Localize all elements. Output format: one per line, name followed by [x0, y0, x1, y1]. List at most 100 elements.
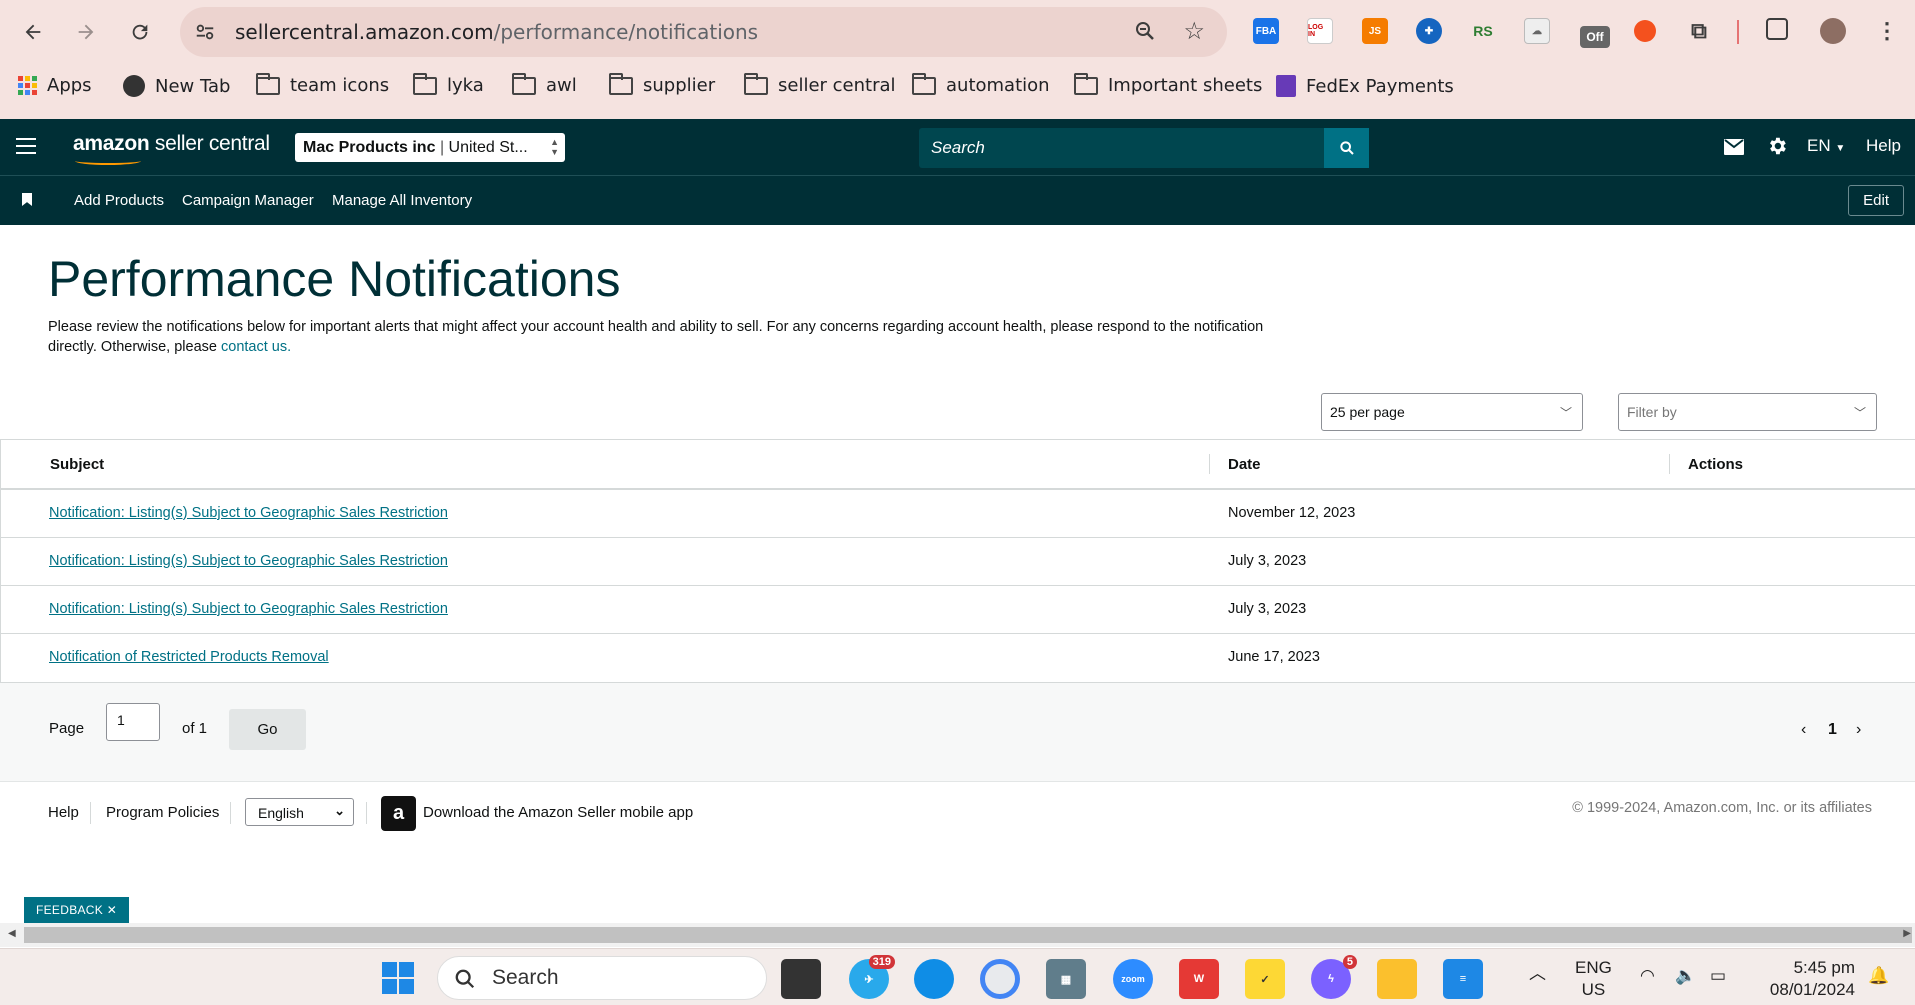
next-page-icon[interactable]: › [1856, 721, 1861, 739]
notepad-icon[interactable]: ≡ [1443, 959, 1483, 999]
scroll-thumb[interactable] [24, 927, 1912, 943]
help-link[interactable]: Help [1866, 136, 1901, 156]
search-input[interactable]: Search [919, 128, 1324, 168]
volume-icon[interactable]: 🔈 [1675, 965, 1696, 987]
taskbar-search-input[interactable]: Search [437, 956, 767, 1000]
bookmark-label: team icons [290, 75, 390, 96]
bookmark-fedex-payments[interactable]: FedEx Payments [1276, 75, 1454, 97]
side-panel-icon[interactable] [1766, 18, 1788, 40]
feedback-tab[interactable]: FEEDBACK ✕ [24, 897, 130, 924]
subnav-manage-all-inventory[interactable]: Manage All Inventory [332, 192, 472, 209]
edge-icon[interactable] [914, 959, 954, 999]
calculator-icon[interactable]: ▦ [1046, 959, 1086, 999]
notification-subject-link[interactable]: Notification of Restricted Products Remo… [49, 649, 329, 665]
fba-extension-icon[interactable]: FBA [1253, 18, 1279, 44]
show-hidden-icons-icon[interactable]: ︿ [1529, 963, 1546, 985]
task-view-icon[interactable] [781, 959, 821, 999]
scroll-right-icon[interactable]: ▶ [1903, 928, 1911, 939]
chevron-down-icon: ﹀ [1559, 406, 1572, 420]
site-settings-icon[interactable] [194, 21, 216, 43]
footer-language-select[interactable]: English ⌄ [245, 798, 354, 826]
notification-subject-link[interactable]: Notification: Listing(s) Subject to Geog… [49, 505, 448, 521]
notification-date: July 3, 2023 [1228, 601, 1307, 617]
cloud-extension-icon[interactable]: ☁ [1524, 18, 1550, 44]
wifi-icon[interactable]: ◠ [1640, 965, 1655, 987]
subnav-campaign-manager[interactable]: Campaign Manager [182, 192, 314, 209]
clock[interactable]: 5:45 pm 08/01/2024 [1755, 957, 1855, 1001]
folder-icon [512, 72, 536, 95]
page-intro: Please review the notifications below fo… [48, 319, 1264, 355]
notification-bell-icon[interactable]: 🔔 [1868, 965, 1889, 987]
filter-select[interactable]: Filter by ﹀ [1618, 393, 1877, 431]
notification-date: June 17, 2023 [1228, 649, 1320, 665]
zoom-app-icon[interactable]: zoom [1113, 959, 1153, 999]
bookmark-new-tab[interactable]: New Tab [123, 75, 230, 97]
bookmark-apps[interactable]: Apps [18, 75, 92, 96]
wps-office-icon[interactable]: W [1179, 959, 1219, 999]
column-date[interactable]: Date [1228, 456, 1261, 473]
battery-icon[interactable]: ▭ [1710, 965, 1726, 987]
menu-icon[interactable] [16, 138, 36, 154]
rs-extension-icon[interactable]: RS [1470, 18, 1496, 44]
scroll-left-icon[interactable]: ◀ [8, 928, 16, 939]
mail-icon[interactable] [1724, 139, 1744, 155]
contact-us-link[interactable]: contact us. [221, 339, 291, 355]
messenger-icon[interactable]: ϟ5 [1311, 955, 1357, 999]
address-bar[interactable]: sellercentral.amazon.com/performance/not… [180, 7, 1227, 57]
account-switcher[interactable]: Mac Products inc | United St... ▲ ▼ [295, 133, 565, 162]
subnav-add-products[interactable]: Add Products [74, 192, 164, 209]
folder-icon [1074, 72, 1098, 95]
telegram-icon[interactable]: ✈ 319 [849, 955, 895, 999]
bookmark-label: lyka [447, 75, 484, 96]
off-extension-icon[interactable]: Off [1580, 26, 1610, 48]
profile-avatar[interactable] [1820, 18, 1846, 44]
windows-start-icon[interactable] [378, 958, 418, 998]
previous-page-icon[interactable]: ‹ [1801, 721, 1806, 739]
zoom-icon[interactable] [1133, 19, 1157, 43]
input-language-indicator[interactable]: ENG US [1575, 957, 1612, 1001]
per-page-select[interactable]: 25 per page ﹀ [1321, 393, 1583, 431]
chrome-menu-icon[interactable]: ⋮ [1874, 18, 1900, 44]
bookmark-icon[interactable] [22, 193, 32, 206]
language-selector[interactable]: EN ▼ [1807, 136, 1845, 156]
search-button[interactable] [1324, 128, 1369, 168]
edit-button[interactable]: Edit [1848, 185, 1904, 216]
sticky-notes-icon[interactable]: ✓ [1245, 959, 1285, 999]
table-row: Notification of Restricted Products Remo… [1, 634, 1915, 683]
current-page-number[interactable]: 1 [1828, 721, 1837, 739]
bookmark-folder-team-icons[interactable]: team icons [256, 72, 390, 96]
puzzle-extension-icon[interactable]: ✚ [1416, 18, 1442, 44]
bookmark-folder-awl[interactable]: awl [512, 72, 577, 96]
amazon-seller-central-logo[interactable]: amazon seller central [73, 132, 270, 156]
close-icon[interactable]: ✕ [107, 903, 117, 917]
amazon-app-icon[interactable]: a [381, 796, 416, 831]
notification-date: July 3, 2023 [1228, 553, 1307, 569]
back-icon[interactable] [15, 14, 51, 50]
page-number-input[interactable]: 1 [106, 703, 160, 741]
extensions-puzzle-icon[interactable]: ⧉ [1686, 18, 1712, 44]
download-app-link[interactable]: Download the Amazon Seller mobile app [423, 804, 693, 821]
notification-subject-link[interactable]: Notification: Listing(s) Subject to Geog… [49, 601, 448, 617]
bookmark-folder-automation[interactable]: automation [912, 72, 1050, 96]
notification-subject-link[interactable]: Notification: Listing(s) Subject to Geog… [49, 553, 448, 569]
page-count-label: of 1 [182, 720, 208, 737]
chrome-icon[interactable] [980, 959, 1020, 999]
bookmark-folder-lyka[interactable]: lyka [413, 72, 484, 96]
reload-icon[interactable] [122, 14, 158, 50]
js-extension-icon[interactable]: JS [1362, 18, 1388, 44]
folder-icon [744, 72, 768, 95]
footer-program-policies-link[interactable]: Program Policies [106, 804, 219, 821]
login-extension-icon[interactable]: LOG IN [1307, 18, 1333, 44]
forward-icon[interactable] [68, 14, 104, 50]
file-explorer-icon[interactable] [1377, 959, 1417, 999]
column-subject[interactable]: Subject [50, 456, 104, 473]
footer-help-link[interactable]: Help [48, 804, 79, 821]
bookmark-folder-seller-central[interactable]: seller central [744, 72, 896, 96]
go-button[interactable]: Go [229, 709, 306, 750]
horizontal-scrollbar[interactable]: ◀ ▶ [0, 923, 1915, 947]
bookmark-folder-supplier[interactable]: supplier [609, 72, 715, 96]
bookmark-star-icon[interactable]: ☆ [1183, 17, 1205, 46]
settings-gear-icon[interactable] [1766, 135, 1788, 157]
bookmark-folder-important-sheets[interactable]: Important sheets [1074, 72, 1262, 96]
color-extension-icon[interactable] [1634, 20, 1656, 42]
